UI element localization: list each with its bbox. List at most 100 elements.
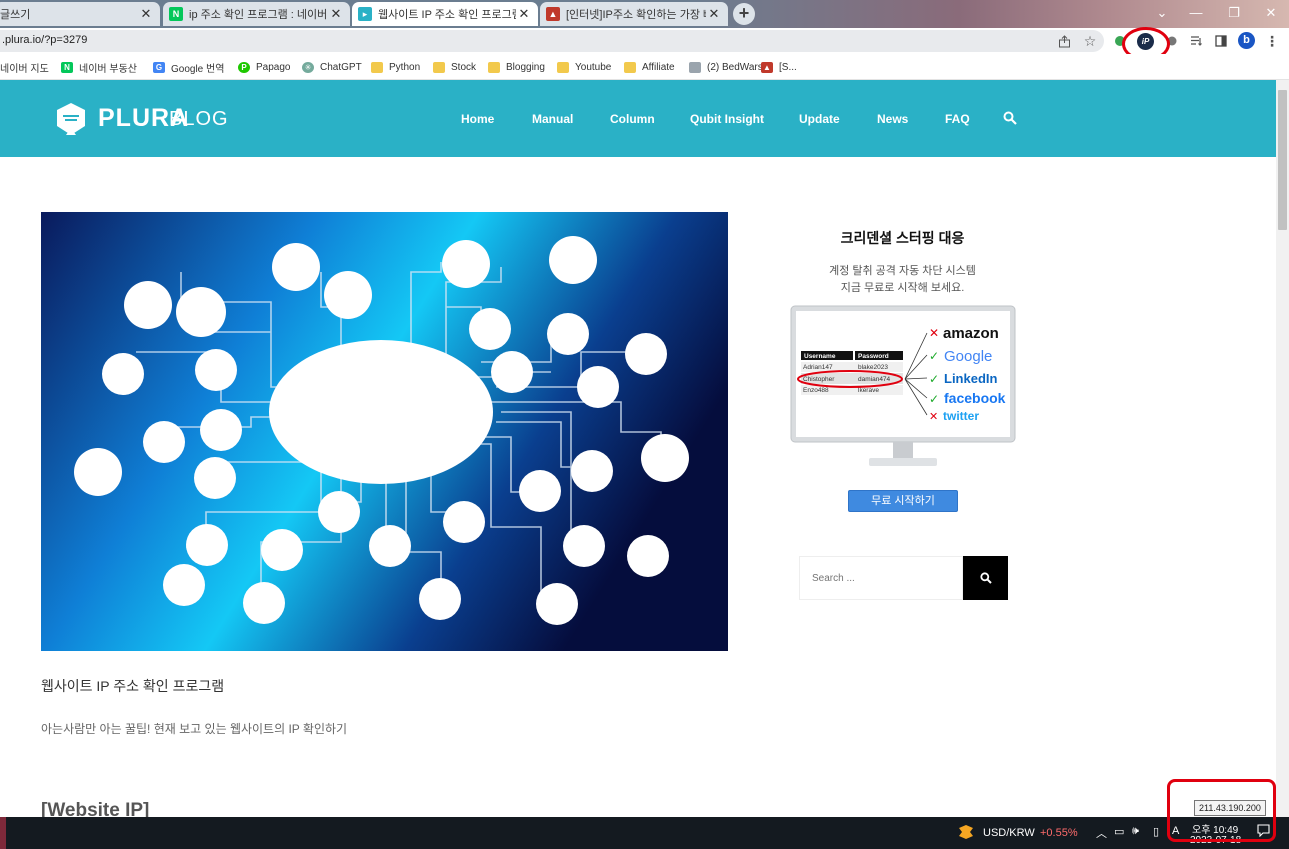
ad-table-cell: blake2023 bbox=[858, 364, 888, 371]
check-mark-icon: ✓ bbox=[929, 392, 939, 406]
close-icon[interactable]: ✕ bbox=[516, 6, 532, 22]
check-mark-icon: ✓ bbox=[929, 372, 939, 386]
bookmark-s[interactable]: ▲ [S... bbox=[761, 60, 797, 74]
new-tab-button[interactable]: + bbox=[733, 3, 755, 25]
address-bar[interactable]: .plura.io/?p=3279 ☆ bbox=[0, 30, 1104, 52]
more-menu-icon[interactable]: ⋮ bbox=[1262, 31, 1282, 51]
folder-icon bbox=[624, 61, 636, 73]
browser-toolbar: .plura.io/?p=3279 ☆ iP b ⋮ bbox=[0, 28, 1289, 54]
close-icon[interactable]: ✕ bbox=[138, 6, 154, 22]
bookmark-label: Papago bbox=[256, 61, 291, 73]
nav-news[interactable]: News bbox=[877, 112, 908, 126]
tab-search-chevron-icon[interactable]: ⌄ bbox=[1152, 4, 1172, 22]
tab-label: ip 주소 확인 프로그램 : 네이버 블 bbox=[189, 9, 328, 21]
search-icon[interactable] bbox=[1003, 111, 1017, 125]
bookmark-label: Stock bbox=[451, 61, 477, 73]
plura-logo-icon[interactable] bbox=[55, 102, 87, 136]
nav-qubit-insight[interactable]: Qubit Insight bbox=[690, 112, 764, 126]
ad-title: 크리덴셜 스터핑 대응 bbox=[840, 230, 965, 246]
folder-icon bbox=[488, 61, 500, 73]
site-header: PLURA BLOG Home Manual Column Qubit Insi… bbox=[0, 80, 1276, 157]
bookmark-naver-map[interactable]: 네이버 지도 bbox=[0, 60, 49, 75]
bookmark-folder-blogging[interactable]: Blogging bbox=[488, 60, 545, 74]
forex-widget-icon[interactable] bbox=[957, 824, 975, 840]
bookmark-label: 네이버 지도 bbox=[0, 63, 49, 75]
site-favicon-icon: ▲ bbox=[546, 7, 560, 21]
amazon-logo: amazon bbox=[943, 325, 999, 342]
page-icon bbox=[689, 61, 701, 73]
ad-table-cell: damian474 bbox=[858, 376, 891, 383]
x-mark-icon: ✕ bbox=[929, 326, 939, 340]
nav-column[interactable]: Column bbox=[610, 112, 655, 126]
site-favicon-icon: ▲ bbox=[761, 61, 773, 73]
folder-icon bbox=[371, 61, 383, 73]
forex-change: +0.55% bbox=[1040, 827, 1078, 839]
tab-label: 글쓰기 bbox=[0, 9, 31, 21]
ad-banner-image[interactable]: Username Password Adrian147 blake2023 Ch… bbox=[789, 305, 1017, 475]
page-scrollbar[interactable] bbox=[1276, 80, 1289, 817]
twitter-logo: twitter bbox=[943, 409, 979, 423]
chatgpt-icon: ✳ bbox=[302, 61, 314, 73]
windows-taskbar: USD/KRW +0.55% ︿ ▭ 🕪 ▯ A 오후 10:49 2023-0… bbox=[0, 817, 1289, 849]
bookmark-label: Python bbox=[389, 61, 421, 73]
bookmark-chatgpt[interactable]: ✳ ChatGPT bbox=[302, 60, 362, 74]
folder-icon bbox=[557, 61, 569, 73]
post-title[interactable]: 웹사이트 IP 주소 확인 프로그램 bbox=[41, 676, 224, 696]
bookmark-papago[interactable]: P Papago bbox=[238, 60, 290, 74]
search-input[interactable] bbox=[800, 557, 962, 599]
bookmark-star-icon[interactable]: ☆ bbox=[1080, 31, 1100, 51]
ad-description-line1: 계정 탈취 공격 자동 차단 시스템 bbox=[829, 265, 976, 277]
bookmark-folder-stock[interactable]: Stock bbox=[433, 60, 476, 74]
reading-list-icon[interactable] bbox=[1186, 31, 1206, 51]
close-icon[interactable]: ✕ bbox=[706, 6, 722, 22]
bookmark-label: Youtube bbox=[575, 61, 612, 73]
bookmark-label: Blogging bbox=[506, 61, 545, 73]
taskbar-edge bbox=[0, 817, 6, 849]
plura-icon: ▸ bbox=[358, 7, 372, 21]
restore-icon[interactable]: ❐ bbox=[1224, 4, 1244, 22]
linkedin-logo: LinkedIn bbox=[944, 371, 998, 386]
network-icon[interactable]: ▭ bbox=[1114, 825, 1124, 838]
google-logo: Google bbox=[944, 348, 992, 365]
bookmark-bedwars[interactable]: (2) BedWars bbox=[689, 60, 763, 74]
side-panel-icon[interactable] bbox=[1211, 31, 1231, 51]
naver-icon: N bbox=[61, 61, 73, 73]
nav-home[interactable]: Home bbox=[461, 112, 494, 126]
scrollbar-thumb[interactable] bbox=[1278, 90, 1287, 230]
bookmark-label: Affiliate bbox=[642, 61, 675, 73]
bookmark-naver-realestate[interactable]: N 네이버 부동산 bbox=[61, 60, 137, 75]
volume-icon[interactable]: 🕪 bbox=[1132, 825, 1139, 838]
window-close-icon[interactable]: ✕ bbox=[1261, 4, 1281, 22]
forex-pair[interactable]: USD/KRW bbox=[983, 827, 1035, 839]
tab-naver-blog[interactable]: N ip 주소 확인 프로그램 : 네이버 블 ✕ bbox=[163, 2, 350, 26]
nav-update[interactable]: Update bbox=[799, 112, 840, 126]
x-mark-icon: ✕ bbox=[929, 410, 938, 423]
nav-faq[interactable]: FAQ bbox=[945, 112, 970, 126]
battery-icon[interactable]: ▯ bbox=[1153, 825, 1159, 838]
bookmark-folder-affiliate[interactable]: Affiliate bbox=[624, 60, 675, 74]
search-submit-button[interactable] bbox=[963, 556, 1008, 600]
logo-blog-text[interactable]: BLOG bbox=[169, 108, 229, 131]
highlight-ring-ip-tooltip bbox=[1167, 779, 1276, 842]
share-icon[interactable] bbox=[1054, 31, 1074, 51]
close-icon[interactable]: ✕ bbox=[328, 6, 344, 22]
nav-manual[interactable]: Manual bbox=[532, 112, 573, 126]
minimize-icon[interactable]: — bbox=[1186, 4, 1206, 22]
ad-table-cell: Adrian147 bbox=[803, 364, 833, 371]
bookmarks-bar: 네이버 지도 N 네이버 부동산 G Google 번역 P Papago ✳ Chat… bbox=[0, 54, 1289, 80]
bookmark-label: Google 번역 bbox=[171, 63, 225, 75]
bookmark-folder-youtube[interactable]: Youtube bbox=[557, 60, 611, 74]
ad-table-cell: lkerave bbox=[858, 387, 879, 394]
ad-table-header: Username bbox=[804, 353, 836, 360]
featured-image bbox=[41, 212, 728, 651]
tab-ip-check[interactable]: ▲ [인터넷]IP주소 확인하는 가장 빠 ✕ bbox=[540, 2, 728, 26]
tab-plura-blog[interactable]: ▸ 웹사이트 IP 주소 확인 프로그램 ✕ bbox=[352, 2, 538, 26]
bookmark-folder-python[interactable]: Python bbox=[371, 60, 420, 74]
tab-write[interactable]: 글쓰기 ✕ bbox=[0, 2, 160, 26]
tab-label: 웹사이트 IP 주소 확인 프로그램 bbox=[378, 9, 516, 21]
show-hidden-icons-chevron-icon[interactable]: ︿ bbox=[1096, 825, 1107, 841]
profile-avatar[interactable]: b bbox=[1238, 32, 1255, 49]
free-start-button[interactable]: 무료 시작하기 bbox=[848, 490, 958, 512]
url-text[interactable]: .plura.io/?p=3279 bbox=[2, 34, 87, 46]
bookmark-google-translate[interactable]: G Google 번역 bbox=[153, 60, 225, 75]
